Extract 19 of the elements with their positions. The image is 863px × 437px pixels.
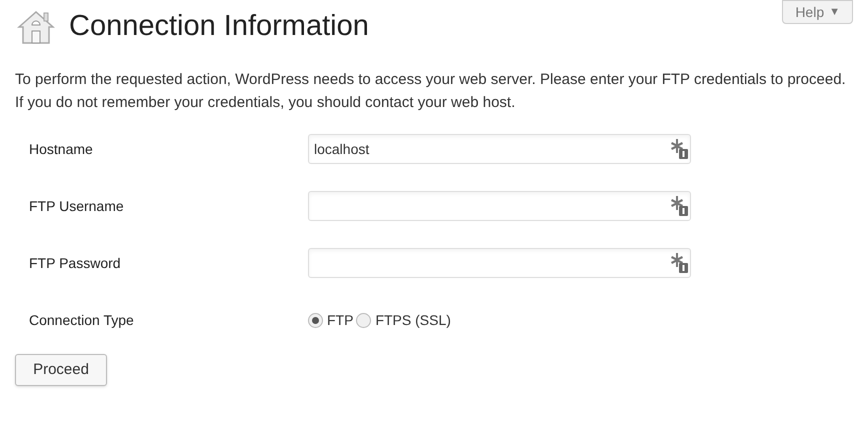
radio-button[interactable]	[356, 312, 372, 328]
intro-text: To perform the requested action, WordPress needs to access your web server. Please enter your FTP credentials to proceed. If you do not remember your credentials, you should contact your web host.	[14, 70, 847, 113]
house-icon	[17, 9, 55, 45]
input-field[interactable]	[308, 191, 691, 221]
field-label: FTP Password	[28, 254, 122, 272]
input-field[interactable]	[308, 248, 691, 278]
radio-label: FTP	[327, 310, 354, 330]
password-manager-icon[interactable]	[669, 252, 689, 274]
field-label: FTP Username	[28, 196, 125, 216]
page-title: Connection Information	[69, 9, 369, 44]
password-manager-icon[interactable]	[669, 138, 689, 160]
radio-label: FTPS (SSL)	[375, 310, 451, 330]
radio-button[interactable]	[308, 312, 323, 328]
password-manager-icon[interactable]	[669, 195, 689, 217]
field-label: Hostname	[28, 140, 94, 158]
field-label: Connection Type	[28, 310, 135, 330]
input-field[interactable]: localhost	[308, 134, 691, 164]
help-button[interactable]: Help ▼	[782, 0, 853, 24]
proceed-button[interactable]: Proceed	[15, 354, 107, 386]
